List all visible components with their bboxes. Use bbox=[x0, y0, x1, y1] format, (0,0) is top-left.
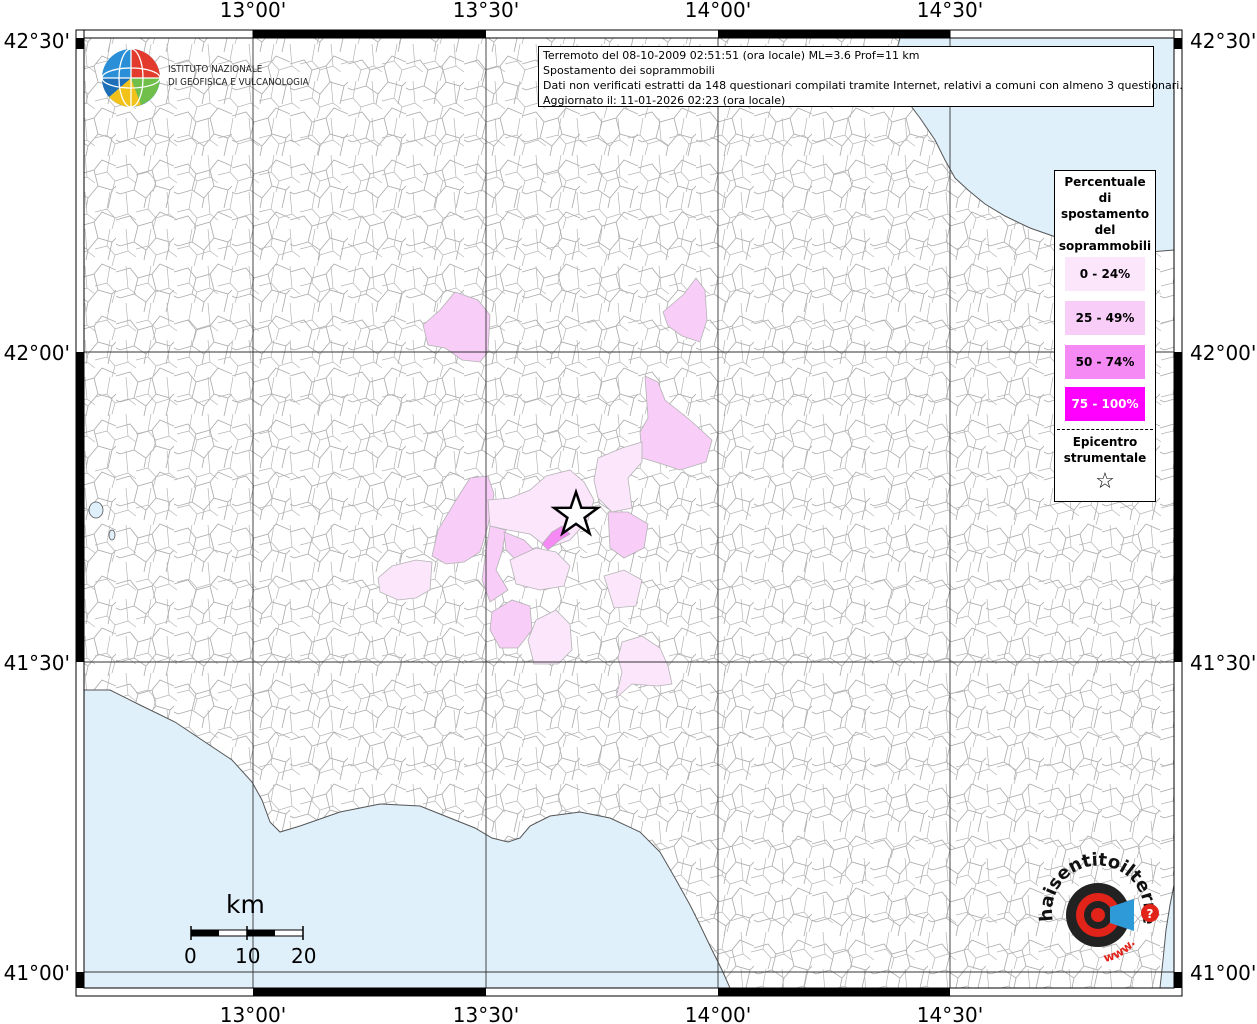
event-info-box: Terremoto del 08-10-2009 02:51:51 (ora l… bbox=[538, 46, 1183, 107]
legend-class-0-24: 0 - 24% bbox=[1065, 257, 1145, 291]
ingv-name-line2: DI GEOFISICA E VULCANOLOGIA bbox=[168, 77, 309, 88]
legend-title-line: di bbox=[1098, 191, 1112, 205]
lon-labels-top: 13°00' 13°30' 14°00' 14°30' bbox=[220, 0, 983, 22]
lat-labels-left: 42°30' 42°00' 41°30' 41°00' bbox=[4, 29, 70, 985]
lat-label: 41°30' bbox=[1190, 651, 1256, 675]
lon-label: 14°30' bbox=[917, 1003, 983, 1024]
legend-class-25-49: 25 - 49% bbox=[1065, 301, 1145, 335]
scale-tick-label: 10 bbox=[235, 944, 261, 968]
updated-date: Aggiornato il: 11-01-2026 02:23 (ora loc… bbox=[543, 94, 786, 107]
map-area bbox=[84, 38, 1174, 988]
lon-label: 14°30' bbox=[917, 0, 983, 22]
legend-class-50-74: 50 - 74% bbox=[1065, 345, 1145, 379]
lat-label: 42°30' bbox=[4, 29, 70, 53]
lake bbox=[88, 501, 104, 519]
legend-epicenter-line: Epicentro bbox=[1072, 435, 1138, 449]
lon-label: 13°30' bbox=[453, 1003, 519, 1024]
legend-title-line: spostamento bbox=[1060, 207, 1150, 221]
lat-label: 42°00' bbox=[1190, 341, 1256, 365]
lon-label: 14°00' bbox=[685, 0, 751, 22]
intensity-map: 13°00' 13°30' 14°00' 14°30' 13°00' 13°30… bbox=[4, 0, 1257, 1024]
ingv-logo bbox=[101, 48, 161, 108]
lake bbox=[108, 529, 116, 541]
legend-title: Percentuale di spostamento del soprammob… bbox=[1055, 171, 1155, 254]
lon-label: 13°00' bbox=[220, 1003, 286, 1024]
scale-tick-label: 20 bbox=[291, 944, 317, 968]
lat-label: 42°30' bbox=[1190, 29, 1256, 53]
legend: Percentuale di spostamento del soprammob… bbox=[1054, 170, 1156, 502]
event-title: Terremoto del 08-10-2009 02:51:51 (ora l… bbox=[543, 49, 920, 62]
lat-label: 41°00' bbox=[1190, 961, 1256, 985]
star-icon: ☆ bbox=[1095, 469, 1115, 494]
legend-epicenter-line: strumentale bbox=[1063, 451, 1147, 465]
legend-title-line: del bbox=[1094, 223, 1116, 237]
legend-title-line: soprammobili bbox=[1058, 239, 1152, 253]
ingv-logo-text: ISTITUTO NAZIONALE DI GEOFISICA E VULCAN… bbox=[168, 63, 309, 89]
lon-label: 14°00' bbox=[685, 1003, 751, 1024]
parameter-title: Spostamento dei soprammobili bbox=[543, 64, 715, 77]
ingv-name-line1: ISTITUTO NAZIONALE bbox=[168, 64, 263, 75]
lat-label: 41°30' bbox=[4, 651, 70, 675]
svg-text:?: ? bbox=[1147, 907, 1154, 921]
scale-tick-label: 0 bbox=[184, 944, 197, 968]
lat-label: 42°00' bbox=[4, 341, 70, 365]
lat-label: 41°00' bbox=[4, 961, 70, 985]
lat-labels-right: 42°30' 42°00' 41°30' 41°00' bbox=[1190, 29, 1256, 985]
lon-labels-bottom: 13°00' 13°30' 14°00' 14°30' bbox=[220, 1003, 983, 1024]
legend-divider bbox=[1057, 429, 1153, 430]
legend-class-75-100: 75 - 100% bbox=[1065, 387, 1145, 421]
legend-title-line: Percentuale bbox=[1064, 175, 1146, 189]
lon-label: 13°00' bbox=[220, 0, 286, 22]
legend-epicenter-label: Epicentro strumentale bbox=[1055, 434, 1155, 466]
lon-label: 13°30' bbox=[453, 0, 519, 22]
scale-unit: km bbox=[226, 890, 265, 919]
data-note: Dati non verificati estratti da 148 ques… bbox=[543, 79, 1183, 92]
